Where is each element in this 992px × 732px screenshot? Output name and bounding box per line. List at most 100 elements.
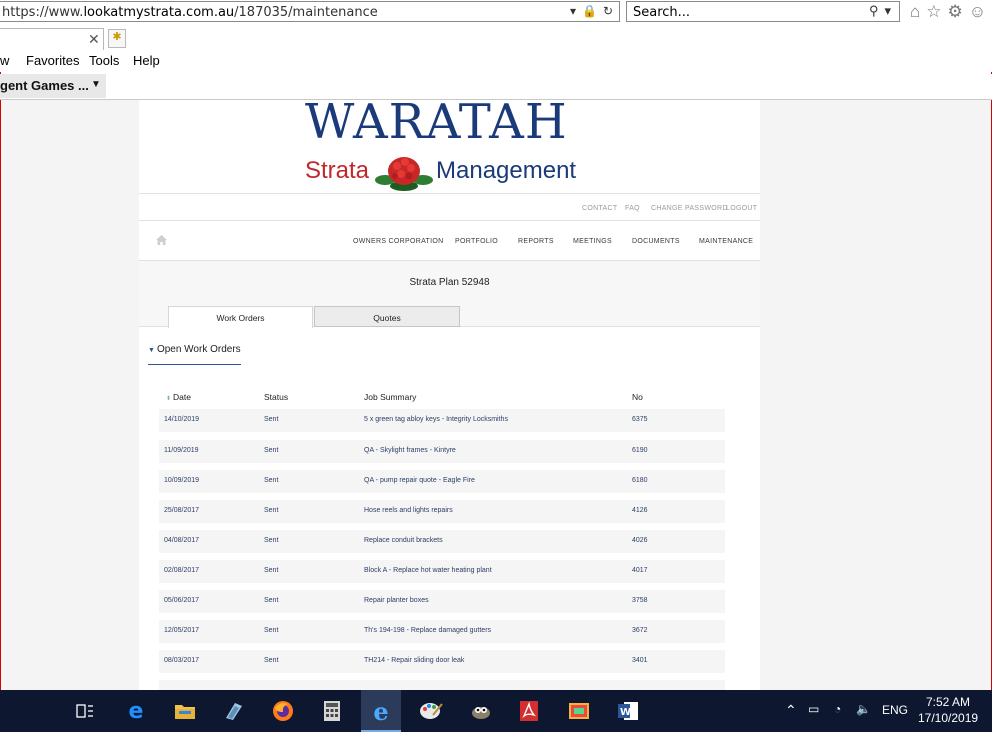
cell-status: Sent bbox=[264, 416, 279, 423]
menu-tools[interactable]: Tools bbox=[89, 53, 119, 68]
paint-icon[interactable] bbox=[418, 698, 444, 724]
internet-explorer-icon[interactable]: e bbox=[368, 697, 394, 726]
pdf-reader-icon[interactable] bbox=[516, 698, 542, 724]
search-icon[interactable]: ⚲ bbox=[869, 3, 879, 19]
header-job-summary[interactable]: Job Summary bbox=[364, 392, 416, 402]
favorites-item-label: gent Games ... bbox=[0, 78, 89, 93]
clock[interactable]: 7:52 AM 17/10/2019 bbox=[918, 694, 978, 726]
gimp-icon[interactable] bbox=[468, 698, 494, 724]
smiley-icon[interactable]: ☺ bbox=[969, 2, 986, 22]
lock-icon[interactable]: 🔒 bbox=[582, 4, 597, 18]
home-icon[interactable] bbox=[156, 235, 167, 245]
wifi-icon[interactable]: ◔ bbox=[834, 702, 841, 716]
logo-title: WARATAH bbox=[305, 100, 568, 150]
firefox-icon[interactable] bbox=[270, 698, 296, 724]
search-icons: ⚲ ▾ bbox=[869, 3, 891, 19]
nav-reports[interactable]: REPORTS bbox=[518, 238, 554, 245]
task-view-icon[interactable] bbox=[72, 698, 98, 724]
word-icon[interactable]: W bbox=[615, 698, 641, 724]
chevron-up-icon[interactable]: ⌃ bbox=[785, 702, 797, 719]
menu-view[interactable]: w bbox=[0, 53, 9, 68]
address-bar[interactable]: https://www.lookatmystrata.com.au/187035… bbox=[0, 1, 620, 22]
cell-date: 02/08/2017 bbox=[164, 567, 200, 574]
search-dropdown-icon[interactable]: ▾ bbox=[884, 3, 891, 19]
home-icon[interactable]: ⌂ bbox=[910, 2, 920, 22]
nav-owners-corporation[interactable]: OWNERS CORPORATION bbox=[353, 238, 443, 245]
favorites-item[interactable]: gent Games ... ▼ bbox=[0, 74, 106, 98]
cell-no: 4017 bbox=[632, 567, 648, 574]
star-icon[interactable]: ☆ bbox=[926, 2, 941, 22]
edge-icon[interactable]: e bbox=[123, 698, 149, 724]
header-status[interactable]: Status bbox=[264, 392, 288, 402]
menu-help[interactable]: Help bbox=[133, 53, 160, 68]
cell-no: 6375 bbox=[632, 416, 648, 423]
page-background: WARATAH Strata Management CONTACT FAQ CH… bbox=[1, 100, 991, 690]
cell-date: 04/08/2017 bbox=[164, 537, 200, 544]
change-password-link[interactable]: CHANGE PASSWORD bbox=[651, 205, 728, 212]
dropdown-arrow-icon[interactable]: ▾ bbox=[570, 4, 576, 18]
site-logo[interactable]: WARATAH Strata Management bbox=[139, 100, 760, 193]
tab-quotes[interactable]: Quotes bbox=[314, 306, 460, 327]
tab-work-orders[interactable]: Work Orders bbox=[168, 306, 313, 328]
cell-summary: QA - pump repair quote - Eagle Fire bbox=[364, 477, 475, 484]
header-no[interactable]: No bbox=[632, 392, 643, 402]
header-date[interactable]: ⬍ Date bbox=[166, 392, 191, 402]
table-row[interactable]: 25/08/2017 Sent Hose reels and lights re… bbox=[159, 500, 725, 523]
nav-documents[interactable]: DOCUMENTS bbox=[632, 238, 680, 245]
favorites-bar: gent Games ... ▼ bbox=[0, 74, 992, 100]
calculator-icon[interactable] bbox=[319, 698, 345, 724]
cell-no: 4126 bbox=[632, 507, 648, 514]
table-row[interactable]: 12/05/2017 Sent Th's 194-198 - Replace d… bbox=[159, 620, 725, 643]
cell-date: 08/03/2017 bbox=[164, 657, 200, 664]
section-title: Open Work Orders bbox=[156, 344, 241, 355]
table-row[interactable]: 08/03/2017 Sent TH214 - Repair sliding d… bbox=[159, 650, 725, 673]
table-row[interactable]: 05/06/2017 Sent Repair planter boxes 375… bbox=[159, 590, 725, 613]
waratah-flower-icon bbox=[375, 157, 433, 191]
table-row[interactable]: 10/09/2019 Sent QA - pump repair quote -… bbox=[159, 470, 725, 493]
page-content: WARATAH Strata Management CONTACT FAQ CH… bbox=[139, 100, 760, 690]
chrome-icons: ⌂ ☆ ⚙ ☺ bbox=[910, 0, 992, 24]
image-viewer-icon[interactable] bbox=[566, 698, 592, 724]
nav-portfolio[interactable]: PORTFOLIO bbox=[455, 238, 498, 245]
cell-no: 3672 bbox=[632, 627, 648, 634]
logout-link[interactable]: LOGOUT bbox=[726, 205, 757, 212]
file-explorer-icon[interactable] bbox=[172, 698, 198, 724]
browser-tab-row: ✕ ✱ bbox=[0, 24, 992, 50]
nav-meetings[interactable]: MEETINGS bbox=[573, 238, 612, 245]
table-row[interactable]: 02/08/2017 Sent Block A - Replace hot wa… bbox=[159, 560, 725, 583]
page-title: Strata Plan 52948 bbox=[409, 277, 490, 288]
faq-link[interactable]: FAQ bbox=[625, 205, 640, 212]
windows-taskbar: e e W ⌃ ▭ ◔ 🔈 ENG 7:52 AM 17/10/2019 bbox=[0, 690, 992, 732]
cell-summary: Repair planter boxes bbox=[364, 597, 429, 604]
table-row[interactable]: 04/08/2017 Sent Replace conduit brackets… bbox=[159, 530, 725, 553]
address-text[interactable]: https://www.lookatmystrata.com.au/187035… bbox=[2, 5, 378, 20]
table-row[interactable]: 14/10/2019 Sent 5 x green tag abloy keys… bbox=[159, 409, 725, 432]
url-path: /187035/maintenance bbox=[234, 5, 378, 20]
table-row[interactable]: 11/09/2019 Sent QA - Skylight frames - K… bbox=[159, 440, 725, 463]
search-box[interactable]: Search... ⚲ ▾ bbox=[626, 1, 900, 22]
refresh-icon[interactable]: ↻ bbox=[603, 4, 613, 18]
close-icon[interactable]: ✕ bbox=[88, 31, 100, 48]
open-work-orders-toggle[interactable]: ▼ Open Work Orders bbox=[148, 344, 241, 365]
contact-link[interactable]: CONTACT bbox=[582, 205, 617, 212]
new-tab-icon[interactable]: ✱ bbox=[108, 29, 126, 48]
nav-maintenance[interactable]: MAINTENANCE bbox=[699, 238, 753, 245]
chevron-down-icon[interactable]: ▼ bbox=[91, 79, 101, 90]
gear-icon[interactable]: ⚙ bbox=[948, 2, 963, 22]
menu-favorites[interactable]: Favorites bbox=[26, 53, 79, 68]
cell-date: 05/06/2017 bbox=[164, 597, 200, 604]
cell-no: 6180 bbox=[632, 477, 648, 484]
header-date-label: Date bbox=[173, 392, 191, 402]
table-row[interactable] bbox=[159, 680, 725, 690]
browser-tab[interactable]: ✕ bbox=[0, 28, 104, 50]
cell-summary: TH214 - Repair sliding door leak bbox=[364, 657, 465, 664]
search-input[interactable]: Search... bbox=[633, 5, 690, 20]
url-prefix: https://www. bbox=[2, 5, 84, 20]
clock-time: 7:52 AM bbox=[925, 695, 971, 709]
language-indicator[interactable]: ENG bbox=[882, 703, 908, 717]
cell-status: Sent bbox=[264, 537, 279, 544]
battery-icon[interactable]: ▭ bbox=[808, 702, 819, 716]
sort-icon: ⬍ bbox=[166, 396, 172, 402]
volume-icon[interactable]: 🔈 bbox=[856, 702, 871, 716]
snipping-tool-icon[interactable] bbox=[221, 698, 247, 724]
